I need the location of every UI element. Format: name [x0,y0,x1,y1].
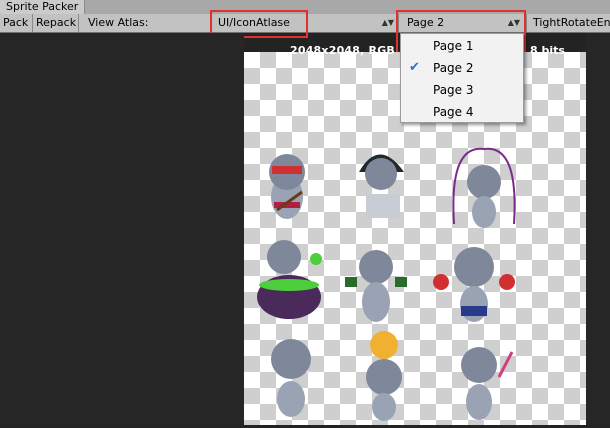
right-panel [586,33,610,425]
atlas-dropdown-value: UI/IconAtlase [218,16,290,29]
page-dropdown[interactable]: Page 2 ▲▼ [398,14,524,32]
repack-button[interactable]: Repack [33,14,79,32]
packer-policy-dropdown[interactable]: TightRotateEna [526,14,610,32]
menu-item-page-2[interactable]: ✔ Page 2 [401,57,523,79]
raccoon-surprised-sprite [271,339,311,417]
atlas-bits-info: 8 bits [530,44,565,57]
window-title-tab[interactable]: Sprite Packer [0,0,86,14]
left-panel [0,33,244,425]
raccoon-cash-sprite [345,250,407,322]
menu-item-page-4[interactable]: Page 4 [401,101,523,123]
page-dropdown-value: Page 2 [407,16,445,29]
raccoon-explosion-sprite [366,331,402,421]
pack-button[interactable]: Pack [0,14,33,32]
packer-policy-value: TightRotateEna [533,16,610,29]
checkmark-icon: ✔ [409,60,420,75]
raccoon-swatter-sprite [461,347,514,420]
atlas-size-info: 2048x2048, RGB [290,44,396,57]
view-atlas-label: View Atlas: [88,16,149,29]
raccoon-hood-sprite [359,154,404,218]
page-dropdown-menu: Page 1 ✔ Page 2 Page 3 Page 4 [400,33,524,123]
menu-item-label: Page 3 [433,83,474,97]
menu-item-page-3[interactable]: Page 3 [401,79,523,101]
atlas-dropdown[interactable]: UI/IconAtlase ▲▼ [210,14,398,32]
menu-item-label: Page 4 [433,105,474,119]
dropdown-arrow-icon: ▲▼ [507,18,520,27]
menu-item-label: Page 2 [433,61,474,75]
raccoon-cauldron-sprite [257,240,322,319]
toolbar: Pack Repack View Atlas: UI/IconAtlase ▲▼… [0,14,610,33]
menu-item-page-1[interactable]: Page 1 [401,35,523,57]
menu-item-label: Page 1 [433,39,474,53]
raccoon-rope-sprite [452,147,516,228]
dropdown-arrow-icon: ▲▼ [381,18,394,27]
raccoon-guitar-sprite [269,154,305,219]
raccoon-boxer-sprite [433,247,515,322]
window-title-bar: Sprite Packer [0,0,610,14]
